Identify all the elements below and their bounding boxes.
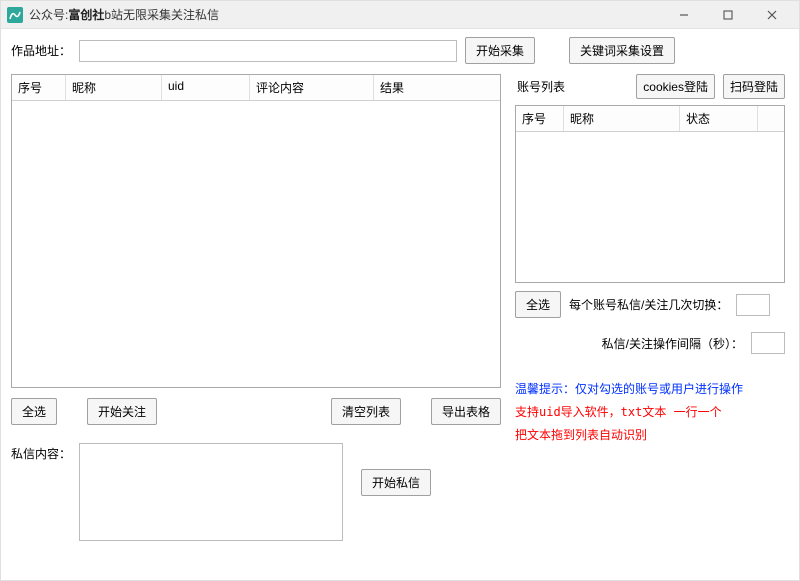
maximize-button[interactable]: [707, 3, 749, 27]
acct-col-spacer: [758, 106, 784, 131]
col-uid: uid: [162, 75, 250, 100]
dm-area: 私信内容： 开始私信: [11, 443, 501, 541]
left-controls: 全选 开始关注 清空列表 导出表格: [11, 398, 501, 425]
tip-text-1: 仅对勾选的账号或用户进行操作: [575, 382, 743, 396]
content-area: 作品地址： 开始采集 关键词采集设置 序号 昵称 uid 评论内容 结果: [1, 29, 799, 549]
top-row: 作品地址： 开始采集 关键词采集设置: [11, 37, 789, 64]
comments-table-header: 序号 昵称 uid 评论内容 结果: [12, 75, 500, 101]
title-suffix: b站无限采集关注私信: [104, 8, 219, 22]
accounts-label: 账号列表: [517, 78, 565, 95]
accounts-controls-2: 私信/关注操作间隔（秒）：: [515, 332, 785, 354]
comments-table[interactable]: 序号 昵称 uid 评论内容 结果: [11, 74, 501, 388]
comments-table-body[interactable]: [12, 101, 500, 387]
left-column: 序号 昵称 uid 评论内容 结果 全选 开始关注 清空列表 导出表格: [11, 74, 501, 541]
acct-col-nick: 昵称: [564, 106, 680, 131]
acct-col-status: 状态: [680, 106, 758, 131]
titlebar: 公众号:富创社b站无限采集关注私信: [1, 1, 799, 29]
export-table-button[interactable]: 导出表格: [431, 398, 501, 425]
minimize-button[interactable]: [663, 3, 705, 27]
dm-label: 私信内容：: [11, 445, 71, 462]
tips-area: 温馨提示：仅对勾选的账号或用户进行操作 支持uid导入软件，txt文本 一行一个…: [515, 378, 785, 446]
window-title: 公众号:富创社b站无限采集关注私信: [29, 6, 219, 23]
keyword-settings-button[interactable]: 关键词采集设置: [569, 37, 675, 64]
title-bold: 富创社: [68, 8, 104, 22]
title-prefix: 公众号:: [29, 8, 68, 22]
url-label: 作品地址：: [11, 42, 71, 59]
acct-col-seq: 序号: [516, 106, 564, 131]
app-icon: [7, 7, 23, 23]
select-all-left-button[interactable]: 全选: [11, 398, 57, 425]
accounts-table[interactable]: 序号 昵称 状态: [515, 105, 785, 283]
right-column: 账号列表 cookies登陆 扫码登陆 序号 昵称 状态 全选 每个账号私信/关: [515, 74, 785, 446]
tip-line-3: 把文本拖到列表自动识别: [515, 424, 785, 447]
start-dm-button[interactable]: 开始私信: [361, 469, 431, 496]
interval-input[interactable]: [751, 332, 785, 354]
accounts-table-body[interactable]: [516, 132, 784, 282]
cookies-login-button[interactable]: cookies登陆: [636, 74, 715, 99]
col-nick: 昵称: [66, 75, 162, 100]
start-follow-button[interactable]: 开始关注: [87, 398, 157, 425]
tip-prefix: 温馨提示：: [515, 382, 575, 396]
scan-login-button[interactable]: 扫码登陆: [723, 74, 785, 99]
col-result: 结果: [374, 75, 500, 100]
per-account-label: 每个账号私信/关注几次切换：: [569, 296, 728, 313]
col-seq: 序号: [12, 75, 66, 100]
main-area: 序号 昵称 uid 评论内容 结果 全选 开始关注 清空列表 导出表格: [11, 74, 789, 541]
accounts-controls-1: 全选 每个账号私信/关注几次切换：: [515, 291, 785, 318]
tip-line-2: 支持uid导入软件，txt文本 一行一个: [515, 401, 785, 424]
col-comment: 评论内容: [250, 75, 374, 100]
app-window: 公众号:富创社b站无限采集关注私信 作品地址： 开始采集 关键词采集设置: [0, 0, 800, 581]
start-collect-button[interactable]: 开始采集: [465, 37, 535, 64]
clear-list-button[interactable]: 清空列表: [331, 398, 401, 425]
accounts-header: 账号列表 cookies登陆 扫码登陆: [515, 74, 785, 99]
close-button[interactable]: [751, 3, 793, 27]
accounts-table-header: 序号 昵称 状态: [516, 106, 784, 132]
select-all-accounts-button[interactable]: 全选: [515, 291, 561, 318]
url-input[interactable]: [79, 40, 457, 62]
tip-line-1: 温馨提示：仅对勾选的账号或用户进行操作: [515, 378, 785, 401]
interval-label: 私信/关注操作间隔（秒）：: [602, 335, 743, 352]
dm-content-textarea[interactable]: [79, 443, 343, 541]
per-account-input[interactable]: [736, 294, 770, 316]
